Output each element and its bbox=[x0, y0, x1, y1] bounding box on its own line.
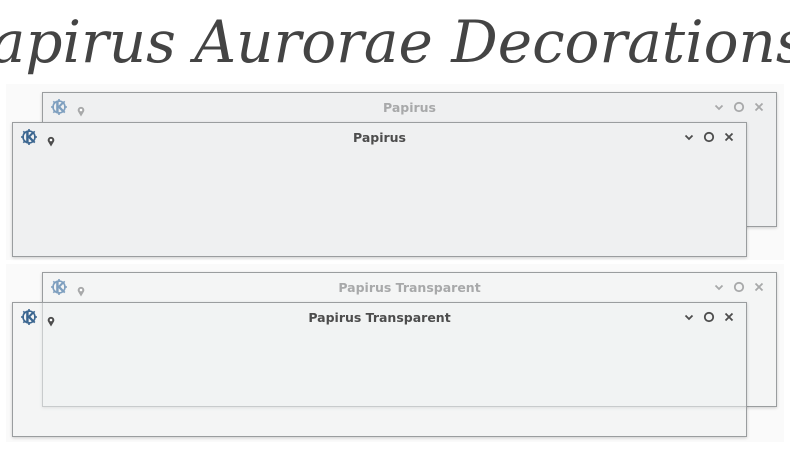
titlebar[interactable]: K Papirus Transparent bbox=[43, 273, 776, 301]
titlebar[interactable]: K Papirus bbox=[43, 93, 776, 121]
maximize-circle-icon[interactable] bbox=[732, 280, 746, 294]
maximize-circle-icon[interactable] bbox=[702, 130, 716, 144]
maximize-circle-icon[interactable] bbox=[702, 310, 716, 324]
headline-text: Papirus Aurorae Decorations bbox=[0, 8, 790, 76]
close-icon[interactable] bbox=[752, 100, 766, 114]
titlebar[interactable]: K Papirus bbox=[13, 123, 746, 151]
chevron-down-icon[interactable] bbox=[682, 130, 696, 144]
window-papirus-active[interactable]: K Papirus bbox=[12, 122, 747, 257]
chevron-down-icon[interactable] bbox=[712, 280, 726, 294]
chevron-down-icon[interactable] bbox=[712, 100, 726, 114]
close-icon[interactable] bbox=[722, 130, 736, 144]
titlebar[interactable]: K Papirus Transparent bbox=[13, 303, 746, 331]
window-transparent-active[interactable]: K Papirus Transparent bbox=[12, 302, 747, 437]
window-title: Papirus bbox=[383, 100, 436, 115]
window-title: Papirus Transparent bbox=[338, 280, 481, 295]
close-icon[interactable] bbox=[752, 280, 766, 294]
close-icon[interactable] bbox=[722, 310, 736, 324]
chevron-down-icon[interactable] bbox=[682, 310, 696, 324]
window-title: Papirus Transparent bbox=[308, 310, 451, 325]
page-headline: Papirus Aurorae Decorations bbox=[0, 0, 790, 84]
maximize-circle-icon[interactable] bbox=[732, 100, 746, 114]
window-title: Papirus bbox=[353, 130, 406, 145]
